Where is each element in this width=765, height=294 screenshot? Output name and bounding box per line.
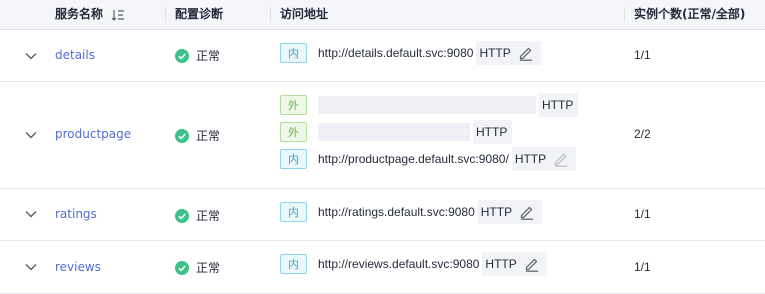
service-name-link[interactable]: details	[55, 48, 95, 62]
internal-tag: 内	[280, 149, 307, 169]
address-line: 内 http://productpage.default.svc:9080/ H…	[280, 147, 577, 171]
internal-tag: 内	[280, 254, 307, 274]
edit-icon[interactable]	[518, 45, 534, 61]
column-header-service-name[interactable]: 服务名称	[55, 0, 125, 29]
instance-count: 1/1	[634, 260, 651, 274]
check-circle-icon	[175, 128, 189, 143]
service-name-link[interactable]: reviews	[55, 260, 101, 274]
column-divider	[270, 7, 271, 22]
address-url: http://reviews.default.svc:9080	[318, 257, 480, 271]
chevron-down-icon[interactable]	[24, 207, 38, 221]
diagnosis-status: 正常	[175, 127, 220, 144]
protocol-label: HTTP	[542, 98, 574, 112]
chevron-down-icon[interactable]	[24, 49, 38, 63]
address-url: http://details.default.svc:9080	[318, 46, 474, 60]
protocol-box: HTTP	[476, 41, 541, 65]
protocol-label: HTTP	[479, 46, 511, 60]
column-header-instance-count: 实例个数(正常/全部)	[634, 7, 746, 21]
internal-tag: 内	[280, 43, 307, 63]
protocol-label: HTTP	[514, 152, 547, 166]
protocol-label: HTTP	[480, 205, 513, 219]
chevron-down-icon[interactable]	[24, 128, 38, 142]
edit-icon[interactable]	[553, 151, 569, 167]
check-circle-icon	[175, 260, 189, 275]
diagnosis-text: 正常	[196, 209, 221, 223]
address-line: 外 HTTP	[280, 93, 579, 117]
address-line: 外 HTTP	[280, 120, 513, 144]
diagnosis-text: 正常	[196, 49, 221, 63]
service-name-link[interactable]: productpage	[55, 127, 131, 141]
check-circle-icon	[175, 48, 189, 63]
chevron-down-icon[interactable]	[24, 260, 38, 274]
table-header: 服务名称 配置诊断 访问地址 实例个数(正常/全部)	[0, 0, 765, 30]
address-line: 内 http://details.default.svc:9080 HTTP	[280, 41, 541, 65]
diagnosis-status: 正常	[175, 259, 220, 276]
service-table: 服务名称 配置诊断 访问地址 实例个数(正常/全部) details 正常 内 …	[0, 0, 765, 294]
instance-count: 1/1	[634, 48, 651, 62]
table-row: productpage 正常 外 HTTP 外 HTTP 内 http://pr…	[0, 82, 765, 189]
masked-address	[318, 123, 470, 141]
table-row: ratings 正常 内 http://ratings.default.svc:…	[0, 189, 765, 241]
diagnosis-status: 正常	[175, 47, 220, 64]
protocol-label: HTTP	[476, 125, 508, 139]
protocol-box: HTTP	[473, 120, 513, 144]
masked-address	[318, 96, 536, 114]
external-tag: 外	[280, 95, 307, 115]
instance-count: 2/2	[634, 127, 651, 141]
diagnosis-text: 正常	[196, 261, 221, 275]
column-header-config-diagnosis: 配置诊断	[175, 7, 224, 21]
address-url: http://productpage.default.svc:9080/	[318, 152, 509, 166]
protocol-box: HTTP	[511, 147, 577, 171]
column-header-access-address: 访问地址	[280, 7, 329, 21]
edit-icon[interactable]	[519, 204, 535, 220]
service-name-link[interactable]: ratings	[55, 207, 97, 221]
internal-tag: 内	[280, 202, 307, 222]
address-line: 内 http://reviews.default.svc:9080 HTTP	[280, 252, 547, 276]
diagnosis-status: 正常	[175, 207, 220, 224]
table-row: reviews 正常 内 http://reviews.default.svc:…	[0, 241, 765, 294]
protocol-label: HTTP	[485, 257, 517, 271]
table-row: details 正常 内 http://details.default.svc:…	[0, 30, 765, 82]
address-url: http://ratings.default.svc:9080	[318, 205, 475, 219]
check-circle-icon	[175, 208, 189, 223]
protocol-box: HTTP	[482, 252, 547, 276]
protocol-box: HTTP	[539, 93, 579, 117]
column-divider	[624, 7, 625, 22]
external-tag: 外	[280, 122, 307, 142]
sort-icon[interactable]	[111, 9, 125, 21]
protocol-box: HTTP	[477, 200, 543, 224]
instance-count: 1/1	[634, 207, 651, 221]
diagnosis-text: 正常	[196, 129, 221, 143]
column-divider	[165, 7, 166, 22]
column-header-label: 服务名称	[55, 7, 104, 21]
address-line: 内 http://ratings.default.svc:9080 HTTP	[280, 200, 543, 224]
edit-icon[interactable]	[524, 256, 540, 272]
